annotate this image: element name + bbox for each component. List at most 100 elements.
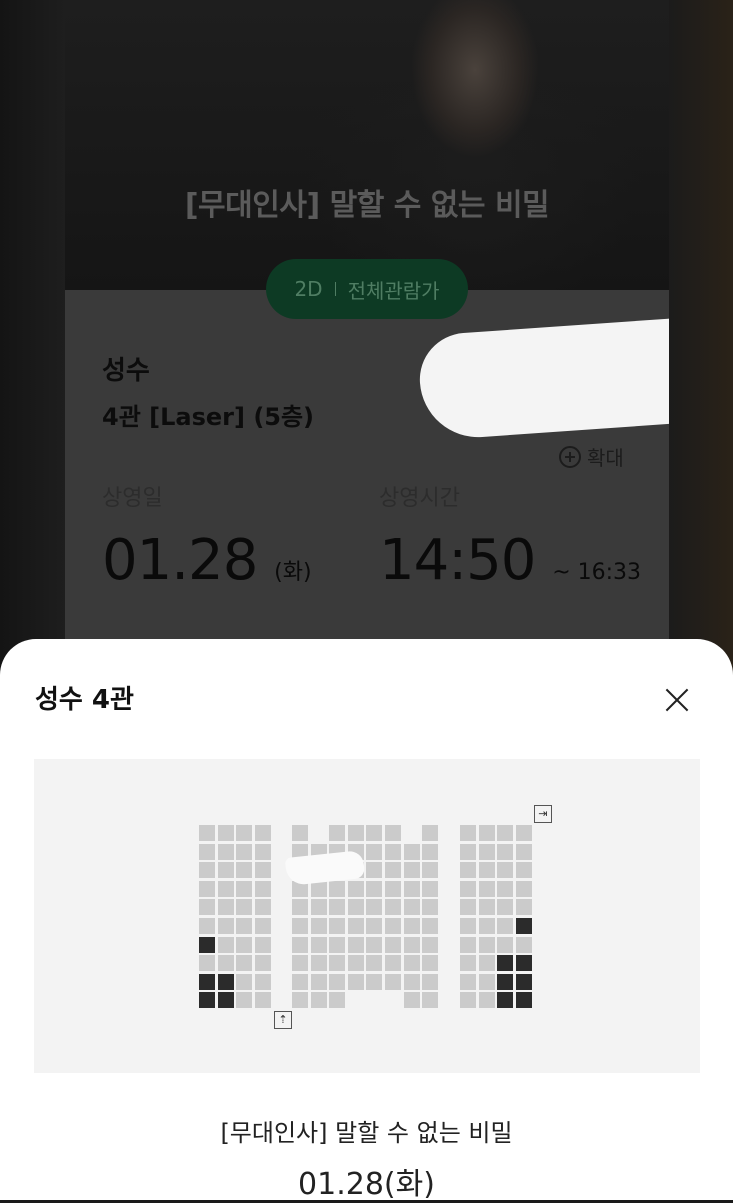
seat[interactable] — [385, 955, 401, 971]
seat[interactable] — [422, 825, 438, 841]
seat[interactable] — [255, 899, 271, 915]
zoom-button[interactable]: 확대 — [559, 442, 624, 471]
seat[interactable] — [236, 918, 252, 934]
seat[interactable] — [479, 844, 495, 860]
seat[interactable] — [329, 918, 345, 934]
seat[interactable] — [199, 974, 215, 990]
seat[interactable] — [255, 881, 271, 897]
seat[interactable] — [460, 862, 476, 878]
seat[interactable] — [366, 918, 382, 934]
seat[interactable] — [497, 899, 513, 915]
seat[interactable] — [404, 937, 420, 953]
seat[interactable] — [479, 862, 495, 878]
seat[interactable] — [348, 825, 364, 841]
close-icon[interactable] — [660, 683, 694, 717]
seat[interactable] — [460, 974, 476, 990]
seat[interactable] — [292, 918, 308, 934]
seat[interactable] — [329, 825, 345, 841]
seat[interactable] — [348, 937, 364, 953]
seat[interactable] — [497, 974, 513, 990]
seat[interactable] — [497, 825, 513, 841]
seat[interactable] — [311, 937, 327, 953]
seat[interactable] — [199, 899, 215, 915]
seat[interactable] — [385, 899, 401, 915]
seat[interactable] — [497, 844, 513, 860]
seat[interactable] — [516, 825, 532, 841]
seat[interactable] — [366, 974, 382, 990]
seat[interactable] — [218, 881, 234, 897]
seat[interactable] — [255, 974, 271, 990]
seat[interactable] — [311, 899, 327, 915]
seat[interactable] — [255, 918, 271, 934]
seat[interactable] — [422, 862, 438, 878]
seat[interactable] — [516, 899, 532, 915]
seat[interactable] — [497, 862, 513, 878]
seat[interactable] — [422, 992, 438, 1008]
seat[interactable] — [497, 955, 513, 971]
seat[interactable] — [292, 974, 308, 990]
seat[interactable] — [218, 899, 234, 915]
seat[interactable] — [460, 937, 476, 953]
seat[interactable] — [348, 899, 364, 915]
seat[interactable] — [311, 918, 327, 934]
seat[interactable] — [385, 918, 401, 934]
seat[interactable] — [404, 862, 420, 878]
seat[interactable] — [422, 918, 438, 934]
seat[interactable] — [366, 825, 382, 841]
seat[interactable] — [479, 955, 495, 971]
seat[interactable] — [218, 974, 234, 990]
seat[interactable] — [404, 955, 420, 971]
seat[interactable] — [236, 899, 252, 915]
seat[interactable] — [460, 899, 476, 915]
seat[interactable] — [255, 825, 271, 841]
seat[interactable] — [479, 937, 495, 953]
seat[interactable] — [497, 992, 513, 1008]
seat[interactable] — [404, 974, 420, 990]
seat[interactable] — [311, 974, 327, 990]
seat[interactable] — [311, 955, 327, 971]
seat[interactable] — [218, 955, 234, 971]
seat[interactable] — [329, 955, 345, 971]
seat[interactable] — [516, 937, 532, 953]
seat[interactable] — [348, 881, 364, 897]
seat[interactable] — [460, 844, 476, 860]
seat[interactable] — [255, 862, 271, 878]
seat[interactable] — [366, 899, 382, 915]
seat[interactable] — [199, 918, 215, 934]
seat[interactable] — [348, 974, 364, 990]
seat[interactable] — [218, 937, 234, 953]
seat[interactable] — [497, 881, 513, 897]
seat[interactable] — [199, 955, 215, 971]
seat[interactable] — [255, 992, 271, 1008]
seat[interactable] — [422, 955, 438, 971]
seat[interactable] — [460, 918, 476, 934]
seat[interactable] — [516, 881, 532, 897]
seat[interactable] — [218, 844, 234, 860]
seat[interactable] — [311, 881, 327, 897]
seat[interactable] — [385, 974, 401, 990]
seat[interactable] — [236, 825, 252, 841]
seat[interactable] — [479, 918, 495, 934]
seat[interactable] — [218, 992, 234, 1008]
seat[interactable] — [199, 937, 215, 953]
seat[interactable] — [292, 899, 308, 915]
seat[interactable] — [236, 992, 252, 1008]
seat[interactable] — [292, 937, 308, 953]
seat[interactable] — [422, 974, 438, 990]
seat[interactable] — [404, 992, 420, 1008]
seat[interactable] — [348, 955, 364, 971]
seat[interactable] — [385, 844, 401, 860]
seat[interactable] — [516, 992, 532, 1008]
seat[interactable] — [236, 844, 252, 860]
seat[interactable] — [236, 937, 252, 953]
seat[interactable] — [516, 862, 532, 878]
seat[interactable] — [329, 899, 345, 915]
seat[interactable] — [199, 881, 215, 897]
seat[interactable] — [236, 974, 252, 990]
seat[interactable] — [236, 862, 252, 878]
seat[interactable] — [366, 844, 382, 860]
seat[interactable] — [422, 937, 438, 953]
seat[interactable] — [460, 825, 476, 841]
seat[interactable] — [404, 881, 420, 897]
seat[interactable] — [329, 974, 345, 990]
